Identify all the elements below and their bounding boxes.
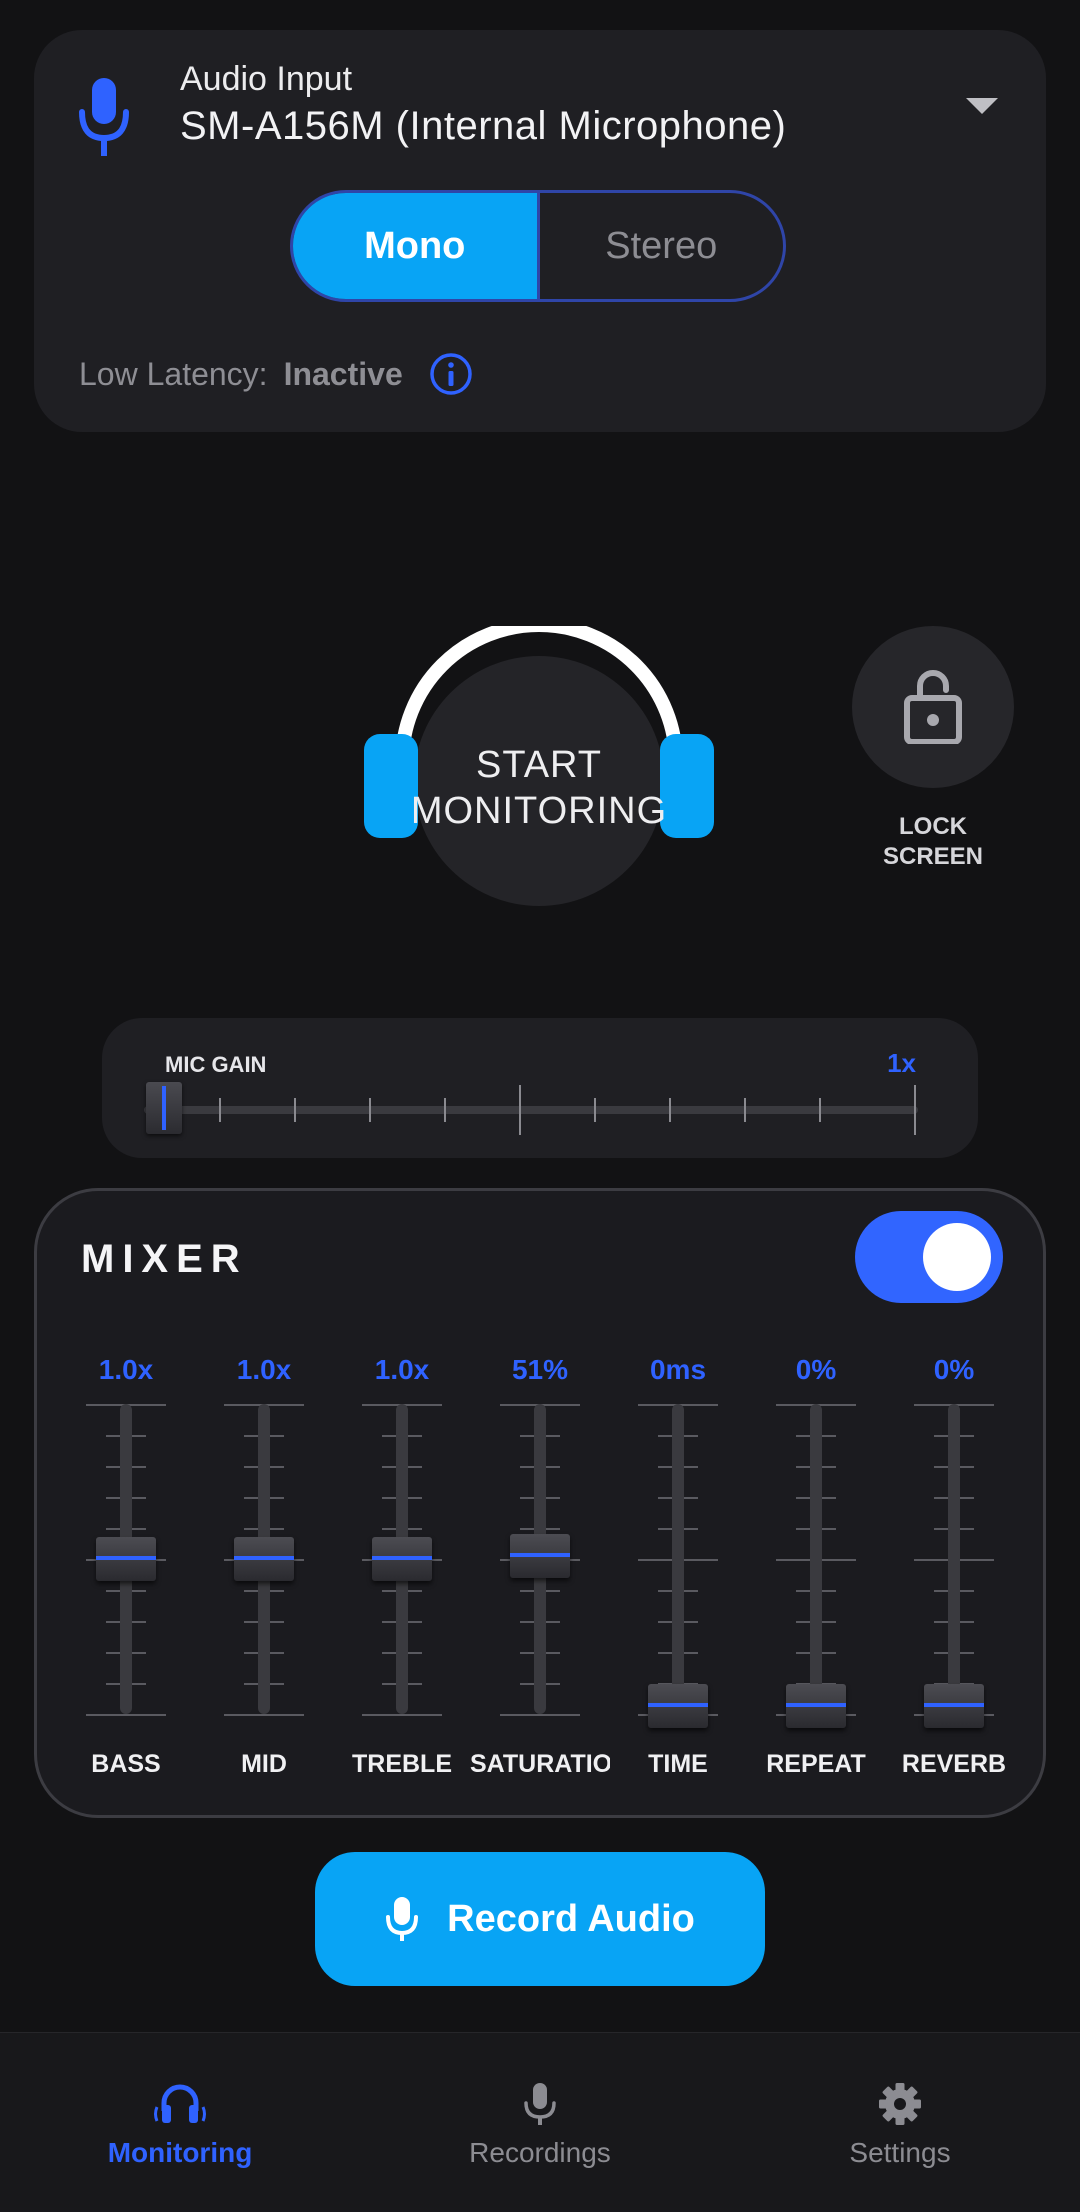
gain-tick (594, 1098, 596, 1122)
nav-item-settings[interactable]: Settings (720, 2033, 1080, 2212)
fader-label: REVERB (901, 1750, 1007, 1778)
fader-thumb[interactable] (96, 1537, 156, 1581)
fader-tick (500, 1714, 580, 1716)
channel-mode-toggle: Mono Stereo (290, 190, 786, 302)
fader-value: 1.0x (98, 1354, 154, 1385)
gain-tick (744, 1098, 746, 1122)
mixer-enable-toggle[interactable] (855, 1211, 1003, 1303)
lock-screen-label: LOCK SCREEN (852, 812, 1014, 872)
gear-icon (879, 2083, 921, 2125)
fader-label: TREBLE (352, 1750, 452, 1778)
mic-gain-card: MIC GAIN 1x (102, 1018, 978, 1158)
lock-label-line1: LOCK (899, 813, 967, 840)
fader-value: 1.0x (236, 1354, 292, 1385)
fader-value: 0ms (649, 1354, 707, 1385)
fader-thumb-indicator (924, 1703, 984, 1707)
fader-thumb[interactable] (510, 1534, 570, 1579)
gain-tick (914, 1085, 916, 1135)
microphone-icon (386, 1897, 419, 1941)
microphone-icon (79, 78, 129, 156)
gain-tick (444, 1098, 446, 1122)
fader-thumb-indicator (234, 1556, 294, 1560)
fader-label: MID (241, 1750, 287, 1778)
start-monitoring-label: START MONITORING (362, 742, 716, 834)
start-monitoring-button[interactable]: START MONITORING (362, 626, 716, 926)
chevron-down-icon[interactable] (966, 98, 998, 114)
monitor-label-line2: MONITORING (410, 790, 668, 832)
fader-thumb[interactable] (786, 1684, 846, 1728)
monitor-label-line1: START (475, 744, 603, 786)
fader-label: REPEAT (766, 1750, 866, 1778)
fader-thumb[interactable] (924, 1684, 984, 1728)
fader-thumb[interactable] (648, 1684, 708, 1728)
record-audio-label: Record Audio (447, 1897, 695, 1940)
fader-tick (224, 1714, 304, 1716)
nav-item-recordings[interactable]: Recordings (360, 2033, 720, 2212)
fader-value: 0% (933, 1354, 975, 1385)
record-audio-button[interactable]: Record Audio (315, 1852, 765, 1986)
mono-button[interactable]: Mono (293, 193, 537, 299)
mic-gain-slider[interactable] (144, 1085, 918, 1135)
fader-track[interactable] (948, 1404, 960, 1714)
gain-tick (819, 1098, 821, 1122)
lock-screen-button[interactable] (852, 626, 1014, 788)
microphone-icon (524, 2083, 556, 2125)
nav-item-monitoring[interactable]: Monitoring (0, 2033, 360, 2212)
mixer-title: MIXER (81, 1237, 248, 1281)
gain-tick (219, 1098, 221, 1122)
audio-input-device-select[interactable]: SM-A156M (Internal Microphone) (180, 104, 786, 149)
low-latency-value: Inactive (283, 355, 403, 392)
info-icon[interactable] (429, 352, 473, 396)
mic-gain-thumb-indicator (162, 1086, 166, 1130)
fader-thumb[interactable] (372, 1537, 432, 1581)
bottom-navigation: Monitoring Recordings Settings (0, 2032, 1080, 2212)
headphones-icon (154, 2084, 206, 2123)
lock-label-line2: SCREEN (882, 843, 984, 870)
unlock-icon (904, 670, 962, 744)
fader-label: SATURATION (470, 1750, 610, 1778)
low-latency-status: Low Latency: Inactive (79, 352, 473, 396)
audio-input-card: Audio Input SM-A156M (Internal Microphon… (34, 30, 1046, 432)
fader-thumb-indicator (510, 1553, 570, 1558)
mic-gain-label: MIC GAIN (165, 1052, 267, 1077)
nav-label-settings: Settings (849, 2137, 951, 2168)
audio-input-label: Audio Input (180, 60, 353, 98)
fader-track[interactable] (672, 1404, 684, 1714)
fader-thumb[interactable] (234, 1537, 294, 1581)
fader-tick (86, 1714, 166, 1716)
stereo-button[interactable]: Stereo (540, 193, 784, 299)
fader-thumb-indicator (648, 1703, 708, 1707)
gain-tick (519, 1085, 521, 1135)
low-latency-label: Low Latency: (79, 355, 268, 392)
gain-tick (294, 1098, 296, 1122)
nav-label-monitoring: Monitoring (107, 2137, 253, 2168)
nav-label-recordings: Recordings (469, 2137, 611, 2168)
fader-tick (362, 1714, 442, 1716)
mic-gain-value: 1x (887, 1048, 916, 1078)
fader-label: BASS (91, 1750, 161, 1778)
toggle-knob (923, 1223, 991, 1291)
gain-tick (669, 1098, 671, 1122)
fader-value: 51% (511, 1354, 569, 1385)
mic-gain-slider-thumb[interactable] (146, 1082, 182, 1134)
fader-label: TIME (648, 1750, 708, 1778)
gain-tick (369, 1098, 371, 1122)
fader-thumb-indicator (96, 1556, 156, 1560)
fader-thumb-indicator (372, 1556, 432, 1560)
fader-track[interactable] (810, 1404, 822, 1714)
fader-value: 0% (795, 1354, 837, 1385)
fader-value: 1.0x (374, 1354, 430, 1385)
fader-thumb-indicator (786, 1703, 846, 1707)
